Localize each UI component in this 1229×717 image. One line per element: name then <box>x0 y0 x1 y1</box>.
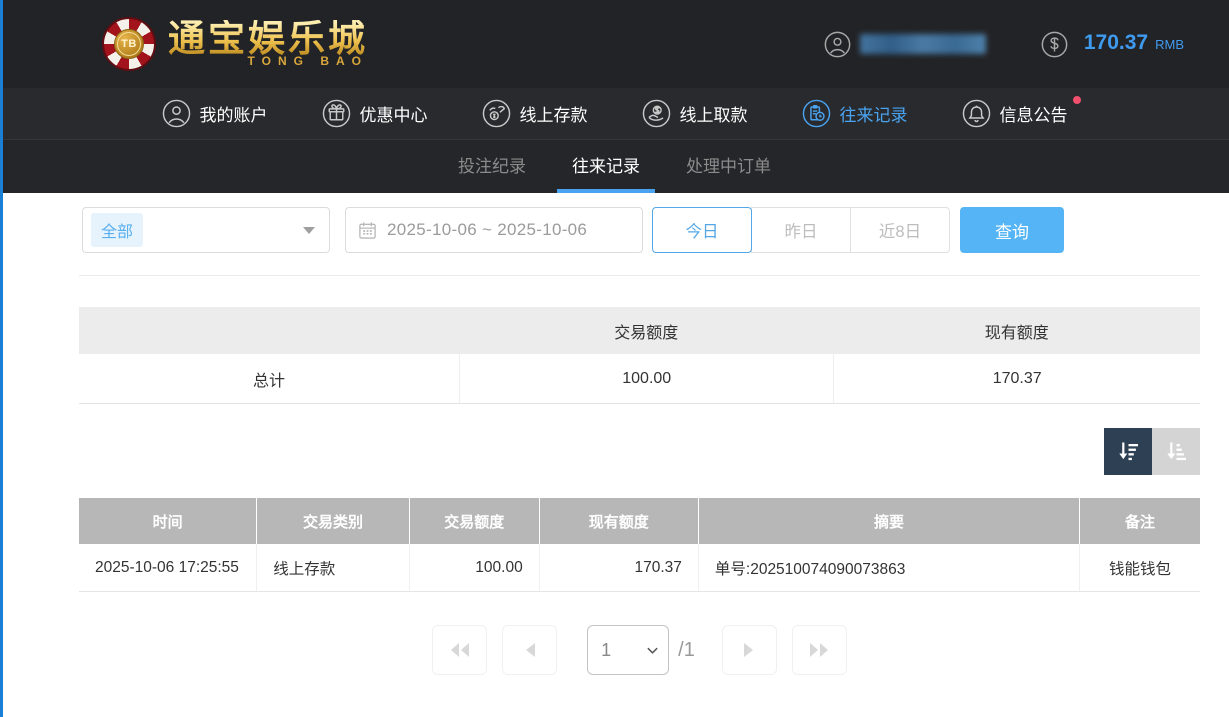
summary-table: 交易额度 现有额度 总计 100.00 170.37 <box>79 307 1200 404</box>
total-pages-label: /1 <box>678 639 695 662</box>
nav-item-my-account[interactable]: 我的账户 <box>162 99 268 128</box>
next-page-button[interactable] <box>722 625 777 675</box>
left-arrow-icon <box>523 642 537 658</box>
notification-dot <box>1073 96 1081 104</box>
main-nav: 我的账户 优惠中心 线上存款 线上取款 往来记录 <box>0 88 1229 140</box>
transaction-type-select[interactable]: 全部 <box>82 207 330 253</box>
summary-header-current-amount: 现有额度 <box>833 319 1200 343</box>
cell-time: 2025-10-06 17:25:55 <box>79 544 257 591</box>
nav-label: 线上存款 <box>520 101 588 126</box>
brand-name-cn: 通宝娱乐城 <box>168 20 368 59</box>
selected-type-tag[interactable]: 全部 <box>91 213 143 247</box>
col-header-trade-amount: 交易额度 <box>410 498 540 544</box>
today-button[interactable]: 今日 <box>652 207 752 253</box>
last-8-days-button[interactable]: 近8日 <box>850 207 950 253</box>
summary-total-label: 总计 <box>79 367 459 391</box>
sub-nav: 投注纪录 往来记录 处理中订单 <box>0 140 1229 193</box>
col-header-summary: 摘要 <box>699 498 1080 544</box>
records-header-row: 时间 交易类别 交易额度 现有额度 摘要 备注 <box>79 498 1200 544</box>
tab-processing-orders[interactable]: 处理中订单 <box>671 140 786 193</box>
nav-label: 我的账户 <box>200 101 268 126</box>
last-page-button[interactable] <box>792 625 847 675</box>
balance-currency: RMB <box>1155 37 1184 52</box>
table-row: 2025-10-06 17:25:55 线上存款 100.00 170.37 单… <box>79 544 1200 592</box>
summary-trade-amount: 100.00 <box>459 354 833 403</box>
col-header-current-amount: 现有额度 <box>540 498 699 544</box>
nav-label: 信息公告 <box>1000 101 1068 126</box>
right-arrow-icon <box>742 642 756 658</box>
wallet-coin-icon <box>1041 31 1068 58</box>
cell-note: 钱能钱包 <box>1080 544 1200 591</box>
sort-descending-button[interactable] <box>1104 428 1152 475</box>
account-area: 170.37 RMB <box>824 31 1184 58</box>
window-edge-stripe <box>0 0 3 717</box>
brand-name-en: TONG BAO <box>248 54 368 68</box>
sort-asc-icon <box>1163 438 1190 465</box>
triangle-down-icon <box>303 227 315 234</box>
deposit-icon <box>482 99 511 128</box>
nav-label: 优惠中心 <box>360 101 428 126</box>
calendar-icon <box>358 221 377 240</box>
summary-current-amount: 170.37 <box>833 354 1200 403</box>
quick-date-group: 今日 昨日 近8日 <box>652 207 950 253</box>
user-icon <box>162 99 191 128</box>
user-avatar-icon[interactable] <box>824 31 851 58</box>
brand-text: 通宝娱乐城 TONG BAO <box>168 20 368 69</box>
poker-chip-icon: TB <box>102 17 156 71</box>
sort-controls <box>79 428 1200 475</box>
previous-page-button[interactable] <box>502 625 557 675</box>
query-button[interactable]: 查询 <box>960 207 1064 253</box>
nav-item-promotions[interactable]: 优惠中心 <box>322 99 428 128</box>
cell-trade-amount: 100.00 <box>410 544 540 591</box>
col-header-type: 交易类别 <box>257 498 409 544</box>
cell-type: 线上存款 <box>257 544 409 591</box>
gift-icon <box>322 99 351 128</box>
cell-current-amount: 170.37 <box>540 544 699 591</box>
col-header-time: 时间 <box>79 498 257 544</box>
nav-item-withdraw[interactable]: 线上取款 <box>642 99 748 128</box>
nav-label: 线上取款 <box>680 101 748 126</box>
brand-logo[interactable]: TB 通宝娱乐城 TONG BAO <box>102 17 368 71</box>
username-redacted[interactable] <box>860 34 986 54</box>
tab-transaction-records[interactable]: 往来记录 <box>557 140 655 193</box>
chip-monogram: TB <box>117 32 141 56</box>
sort-desc-icon <box>1115 438 1142 465</box>
records-icon <box>802 99 831 128</box>
balance-amount: 170.37 <box>1084 31 1148 55</box>
nav-item-deposit[interactable]: 线上存款 <box>482 99 588 128</box>
page-select[interactable]: 1 <box>588 626 668 674</box>
page-select-wrap: 1 <box>587 625 669 675</box>
withdraw-icon <box>642 99 671 128</box>
balance-group[interactable]: 170.37 RMB <box>1041 31 1184 58</box>
summary-header-row: 交易额度 现有额度 <box>79 307 1200 354</box>
first-page-button[interactable] <box>432 625 487 675</box>
main-content: 全部 2025-10-06 ~ 2025-10-06 今日 昨日 近8日 查询 … <box>79 207 1200 675</box>
summary-total-row: 总计 100.00 170.37 <box>79 354 1200 404</box>
cell-summary: 单号:202510074090073863 <box>699 544 1080 591</box>
tab-betting-records[interactable]: 投注纪录 <box>443 140 541 193</box>
sort-ascending-button[interactable] <box>1152 428 1200 475</box>
col-header-note: 备注 <box>1080 498 1200 544</box>
nav-item-transaction-records[interactable]: 往来记录 <box>802 99 908 128</box>
date-range-input[interactable]: 2025-10-06 ~ 2025-10-06 <box>345 207 643 253</box>
yesterday-button[interactable]: 昨日 <box>751 207 851 253</box>
bell-icon <box>962 99 991 128</box>
nav-item-announcements[interactable]: 信息公告 <box>962 99 1068 128</box>
summary-header-trade-amount: 交易额度 <box>459 319 833 343</box>
divider <box>79 275 1200 276</box>
double-left-arrow-icon <box>448 642 472 658</box>
double-right-arrow-icon <box>807 642 831 658</box>
top-header: TB 通宝娱乐城 TONG BAO 170.37 RMB <box>0 0 1229 88</box>
pagination: 1 /1 <box>79 625 1200 675</box>
nav-label: 往来记录 <box>840 101 908 126</box>
date-range-value: 2025-10-06 ~ 2025-10-06 <box>387 220 587 240</box>
filter-row: 全部 2025-10-06 ~ 2025-10-06 今日 昨日 近8日 查询 <box>79 207 1200 253</box>
records-table: 时间 交易类别 交易额度 现有额度 摘要 备注 2025-10-06 17:25… <box>79 498 1200 592</box>
